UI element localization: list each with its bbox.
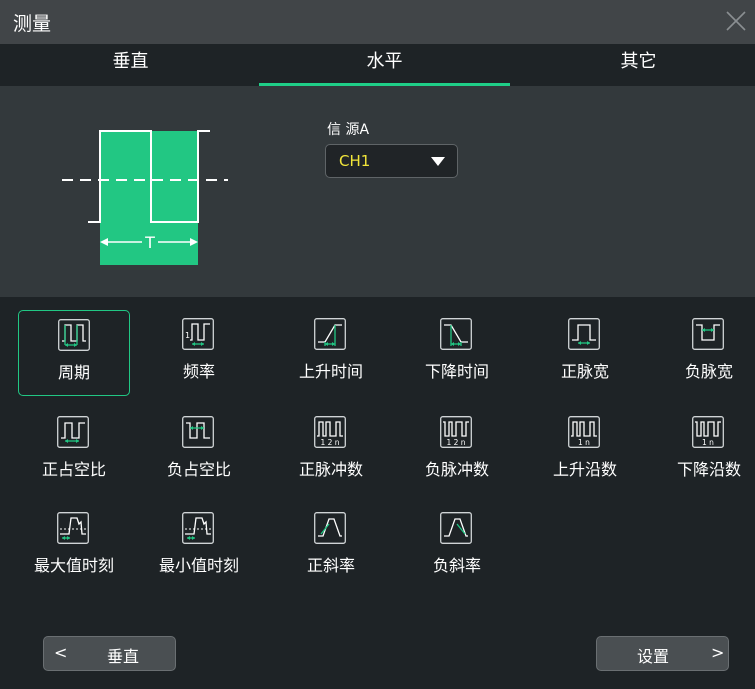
measure-item-fall-time[interactable]: 下降时间 — [401, 310, 513, 396]
svg-text:1 n: 1 n — [702, 438, 714, 447]
chevron-right-icon: > — [711, 643, 725, 662]
tab-bar: 垂直 水平 其它 — [0, 44, 755, 86]
window-title: 测量 — [13, 13, 52, 35]
frequency-icon: 1 — [182, 318, 214, 350]
measure-item-rising-edge-count[interactable]: 1 n 上升沿数 — [529, 408, 641, 494]
measure-item-frequency[interactable]: 1 频率 — [143, 310, 255, 396]
tab-vertical[interactable]: 垂直 — [5, 44, 256, 86]
measure-item-label: 负脉宽 — [684, 362, 733, 381]
title-bar: 测量 — [0, 0, 755, 44]
measure-item-time-of-max[interactable]: 最大值时刻 — [18, 504, 130, 590]
measure-item-negative-slew[interactable]: 负斜率 — [401, 504, 513, 590]
source-label: 信 源A — [327, 122, 370, 138]
negative-width-icon — [692, 318, 724, 350]
measure-item-falling-edge-count[interactable]: 1 n 下降沿数 — [653, 408, 755, 494]
negative-pulse-count-icon: 1 2 n — [440, 416, 472, 448]
settings-button[interactable]: 设置 > — [596, 636, 729, 671]
close-icon[interactable] — [723, 8, 749, 34]
measure-item-positive-duty[interactable]: 正占空比 — [18, 408, 130, 494]
time-of-max-icon — [57, 512, 89, 544]
fall-time-icon — [440, 318, 472, 350]
measure-item-positive-width[interactable]: 正脉宽 — [529, 310, 641, 396]
period-icon — [58, 319, 90, 351]
rising-edge-count-icon: 1 n — [568, 416, 600, 448]
measure-item-time-of-min[interactable]: 最小值时刻 — [143, 504, 255, 590]
measure-item-label: 负斜率 — [432, 556, 481, 575]
positive-slew-icon — [314, 512, 346, 544]
source-value: CH1 — [339, 152, 371, 170]
settings-button-label: 设置 — [637, 647, 670, 666]
svg-text:1 n: 1 n — [578, 438, 590, 447]
measure-item-label: 频率 — [182, 362, 215, 381]
measure-item-positive-slew[interactable]: 正斜率 — [275, 504, 387, 590]
measure-item-label: 负占空比 — [166, 460, 231, 479]
positive-pulse-count-icon: 1 2 n — [314, 416, 346, 448]
tab-vertical-label: 垂直 — [112, 51, 149, 72]
svg-text:1 2 n: 1 2 n — [446, 438, 465, 447]
positive-duty-icon — [57, 416, 89, 448]
measure-item-negative-duty[interactable]: 负占空比 — [143, 408, 255, 494]
positive-width-icon — [568, 318, 600, 350]
period-label: T — [144, 233, 155, 252]
measure-item-rise-time[interactable]: 上升时间 — [275, 310, 387, 396]
falling-edge-count-icon: 1 n — [692, 416, 724, 448]
measure-item-positive-pulse-count[interactable]: 1 2 n 正脉冲数 — [275, 408, 387, 494]
measure-item-label: 下降沿数 — [676, 460, 741, 479]
svg-text:1 2 n: 1 2 n — [320, 438, 339, 447]
measure-item-label: 最小值时刻 — [158, 556, 239, 575]
measurement-preview-panel: T 信 源A CH1 — [0, 86, 755, 297]
time-of-min-icon — [182, 512, 214, 544]
tab-other[interactable]: 其它 — [513, 44, 755, 86]
prev-button-label: 垂直 — [107, 647, 140, 666]
svg-text:1: 1 — [185, 331, 190, 340]
chevron-left-icon: < — [54, 643, 68, 662]
prev-vertical-button[interactable]: < 垂直 — [43, 636, 176, 671]
tab-other-label: 其它 — [620, 51, 657, 72]
negative-duty-icon — [182, 416, 214, 448]
measure-item-negative-width[interactable]: 负脉宽 — [653, 310, 755, 396]
measure-item-negative-pulse-count[interactable]: 1 2 n 负脉冲数 — [401, 408, 513, 494]
measure-item-period[interactable]: 周期 — [18, 310, 130, 396]
negative-slew-icon — [440, 512, 472, 544]
tab-horizontal[interactable]: 水平 — [259, 44, 510, 86]
rise-time-icon — [314, 318, 346, 350]
source-select[interactable]: CH1 — [325, 144, 458, 178]
tab-horizontal-label: 水平 — [366, 51, 403, 72]
dropdown-caret-icon — [431, 157, 445, 166]
period-diagram: T — [62, 130, 228, 265]
